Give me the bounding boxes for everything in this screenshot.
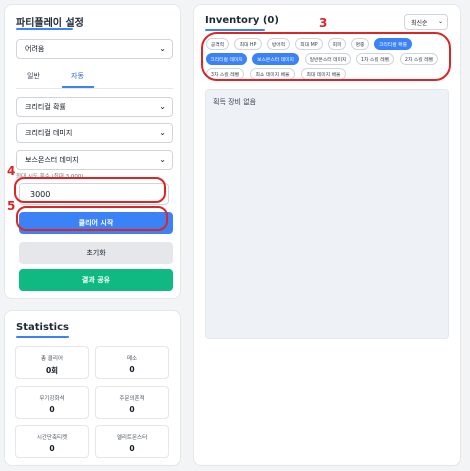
stat-time-ticket: 시간단축티켓 0 [15,425,89,458]
stat-label: 주문의흔적 [119,396,145,402]
panel-title: 파티플레이 설정 [16,18,84,29]
stat-select-3-value: 보스몬스터 데미지 [25,156,79,164]
party-settings-panel: 파티플레이 설정 어려움 ⌄ 일반 자동 크리티컬 확률 ⌄ 크리티컬 데미지 … [4,4,181,299]
stat-select-2-value: 크리티컬 데미지 [25,129,73,137]
sort-select[interactable]: 최신순 ⌄ [404,14,448,30]
annotation-ring-3 [201,32,451,81]
stat-label: 무기강화석 [39,396,65,402]
chevron-down-icon: ⌄ [159,102,166,111]
tab-normal[interactable]: 일반 [27,71,40,81]
inventory-list: 획득 장비 없음 [205,89,449,339]
stat-value: 0 [129,365,135,374]
stat-value: 0회 [45,366,59,375]
sort-select-value: 최신순 [411,19,428,27]
chevron-down-icon: ⌄ [159,155,166,164]
title-underline [205,29,265,31]
tab-auto[interactable]: 자동 [71,71,84,81]
title-underline [16,28,73,30]
chevron-down-icon: ⌄ [159,128,166,137]
active-tab-indicator [62,86,94,88]
annotation-number-5: 5 [7,199,16,213]
stat-label: 엘리트몬스터 [116,435,148,441]
inventory-title: Inventory (0) [205,15,279,26]
stat-elite-monster: 엘리트몬스터 0 [95,425,169,458]
stat-select-1-value: 크리티컬 확률 [25,103,66,111]
share-result-button[interactable]: 결과 공유 [19,269,173,291]
stat-select-3[interactable]: 보스몬스터 데미지 ⌄ [16,150,173,170]
stat-total-clear: 총 클리어 0회 [15,346,89,379]
statistics-panel: Statistics 총 클리어 0회 메소 0 무기강화석 0 주문의흔적 0… [4,310,181,466]
title-underline [16,336,69,338]
stat-select-2[interactable]: 크리티컬 데미지 ⌄ [16,123,173,143]
chevron-down-icon: ⌄ [159,44,166,53]
stat-select-1[interactable]: 크리티컬 확률 ⌄ [16,97,173,117]
annotation-number-3: 3 [319,16,328,30]
stat-label: 시간단축티켓 [36,435,68,441]
chevron-down-icon: ⌄ [437,18,443,25]
stat-weapon-stone: 무기강화석 0 [15,386,89,419]
reset-button[interactable]: 초기화 [19,242,173,264]
difficulty-select[interactable]: 어려움 ⌄ [16,39,173,59]
stat-value: 0 [49,444,55,453]
statistics-title: Statistics [16,322,69,333]
annotation-number-4: 4 [7,164,16,178]
stat-meso: 메소 0 [95,346,169,379]
stat-value: 0 [49,405,55,414]
annotation-ring-4 [14,177,166,203]
stat-label: 총 클리어 [41,356,63,362]
stat-label: 메소 [126,356,138,362]
annotation-ring-5 [16,206,168,231]
empty-message: 획득 장비 없음 [213,98,257,106]
difficulty-select-value: 어려움 [25,45,45,53]
stat-spell-trace: 주문의흔적 0 [95,386,169,419]
stat-value: 0 [129,444,135,453]
stat-value: 0 [129,405,135,414]
mode-tabs: 일반 자동 [16,69,173,89]
